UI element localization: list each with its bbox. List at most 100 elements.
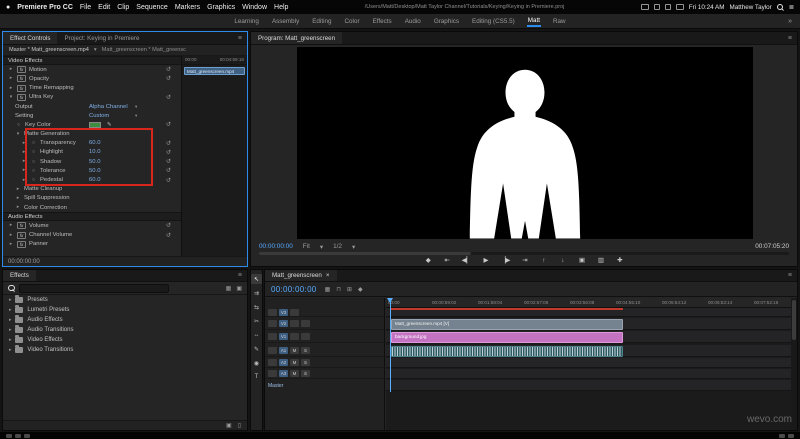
output-dropdown[interactable]: Alpha Channel bbox=[89, 104, 128, 110]
param-row-highlight[interactable]: ▸ ○ Highlight 10.0 ↺ bbox=[3, 148, 181, 157]
workspace-editing-cs55[interactable]: Editing (CS5.5) bbox=[471, 16, 516, 26]
timeline-vertical-scrollbar[interactable] bbox=[791, 298, 797, 430]
playhead[interactable] bbox=[390, 298, 391, 392]
eyedropper-icon[interactable]: ✎ bbox=[107, 122, 112, 128]
effect-row-opacity[interactable]: ▸ fx Opacity ↺ bbox=[3, 74, 181, 83]
reset-icon[interactable]: ↺ bbox=[166, 158, 171, 165]
step-forward-button[interactable]: ▕▶ bbox=[501, 256, 511, 264]
workspace-matt[interactable]: Matt bbox=[527, 15, 541, 27]
mute-button[interactable]: M bbox=[290, 370, 299, 377]
reset-icon[interactable]: ↺ bbox=[166, 222, 171, 229]
source-patch-a2[interactable] bbox=[268, 359, 277, 366]
twirl-icon[interactable]: ▸ bbox=[9, 338, 11, 343]
workspace-editing[interactable]: Editing bbox=[311, 16, 332, 26]
group-row-matte-cleanup[interactable]: ▸ Matte Cleanup bbox=[3, 185, 181, 194]
program-resolution-select[interactable]: 1/2 bbox=[333, 243, 342, 250]
menubar-clock[interactable]: Fri 10:24 AM bbox=[689, 4, 725, 11]
param-value[interactable]: 50.0 bbox=[89, 168, 100, 174]
slip-tool[interactable]: ↔ bbox=[251, 330, 262, 340]
track-lock-icon[interactable] bbox=[290, 333, 299, 340]
bin-video-transitions[interactable]: ▸ Video Transitions bbox=[3, 345, 247, 355]
twirl-icon[interactable]: ▸ bbox=[8, 223, 14, 228]
timeline-current-timecode[interactable]: 00:00:00:00 bbox=[271, 285, 317, 294]
reset-icon[interactable]: ↺ bbox=[166, 177, 171, 184]
chevron-down-icon[interactable]: ▾ bbox=[135, 113, 137, 119]
play-button[interactable]: ▶ bbox=[482, 256, 491, 264]
panel-menu-icon[interactable]: ≡ bbox=[233, 32, 247, 44]
setting-dropdown[interactable]: Custom bbox=[89, 113, 109, 119]
add-marker-button[interactable]: ◆ bbox=[424, 256, 433, 264]
tab-effect-controls[interactable]: Effect Controls bbox=[3, 32, 57, 44]
group-row-spill-suppression[interactable]: ▸ Spill Suppression bbox=[3, 194, 181, 203]
tab-project[interactable]: Project: Keying in Premiere bbox=[57, 32, 146, 44]
menu-window[interactable]: Window bbox=[242, 4, 267, 11]
twirl-icon[interactable]: ▸ bbox=[8, 242, 14, 247]
statusbar-icon[interactable] bbox=[779, 434, 785, 438]
track-target-v2[interactable]: V2 bbox=[279, 320, 288, 327]
timeline-track-area[interactable]: 00:00 00:00:59:02 00:01:58:04 00:02:57:0… bbox=[386, 298, 791, 430]
key-color-swatch[interactable] bbox=[89, 122, 101, 128]
source-patch-a1[interactable] bbox=[268, 347, 277, 354]
battery-status-icon[interactable] bbox=[676, 4, 684, 10]
track-target-v1[interactable]: V1 bbox=[279, 333, 288, 340]
param-value[interactable]: 60.0 bbox=[89, 140, 100, 146]
tab-sequence[interactable]: Matt_greenscreen × bbox=[265, 270, 337, 281]
go-to-out-button[interactable]: ⇥ bbox=[520, 256, 529, 264]
track-target-a2[interactable]: A2 bbox=[279, 359, 288, 366]
track-select-tool[interactable]: ⇉ bbox=[251, 288, 262, 298]
menubar-user[interactable]: Matthew Taylor bbox=[729, 4, 771, 11]
effect-row-panner[interactable]: ▸ fx Panner bbox=[3, 240, 181, 249]
bin-audio-effects[interactable]: ▸ Audio Effects bbox=[3, 315, 247, 325]
param-row-output[interactable]: Output Alpha Channel ▾ bbox=[3, 102, 181, 111]
stopwatch-icon[interactable]: ○ bbox=[15, 122, 22, 128]
param-value[interactable]: 10.0 bbox=[89, 149, 100, 155]
track-a3-content[interactable] bbox=[386, 369, 791, 379]
twirl-icon[interactable]: ▸ bbox=[8, 67, 14, 72]
track-header-v3[interactable]: V3 bbox=[265, 308, 384, 317]
program-zoom-select[interactable]: Fit bbox=[303, 243, 310, 250]
effects-search-input[interactable] bbox=[19, 284, 169, 293]
track-target-v3[interactable]: V3 bbox=[279, 309, 288, 316]
timeline-display-settings-icon[interactable]: ▦ bbox=[325, 286, 331, 293]
extract-button[interactable]: ↓ bbox=[558, 257, 567, 264]
group-row-color-correction[interactable]: ▸ Color Correction bbox=[3, 203, 181, 212]
32bit-effects-icon[interactable]: ▣ bbox=[236, 285, 242, 292]
go-to-in-button[interactable]: ⇤ bbox=[443, 256, 452, 264]
group-row-matte-generation[interactable]: ▾ Matte Generation bbox=[3, 130, 181, 139]
new-custom-bin-icon[interactable]: ▣ bbox=[226, 422, 232, 429]
param-value[interactable]: 50.0 bbox=[89, 159, 100, 165]
workspace-assembly[interactable]: Assembly bbox=[271, 16, 300, 26]
param-row-pedestal[interactable]: ▸ ○ Pedestal 60.0 ↺ bbox=[3, 175, 181, 184]
reset-icon[interactable]: ↺ bbox=[166, 149, 171, 156]
menu-clip[interactable]: Clip bbox=[117, 4, 129, 11]
tab-effects[interactable]: Effects bbox=[3, 270, 36, 281]
clip-matt-greenscreen-audio[interactable] bbox=[391, 346, 623, 357]
twirl-icon[interactable]: ▸ bbox=[21, 159, 27, 164]
twirl-icon[interactable]: ▸ bbox=[8, 233, 14, 238]
app-menu[interactable]: Premiere Pro CC bbox=[17, 4, 73, 11]
menu-help[interactable]: Help bbox=[274, 4, 288, 11]
type-tool[interactable]: T bbox=[251, 372, 262, 382]
apple-menu-icon[interactable]: ● bbox=[6, 4, 10, 11]
timeline-ruler[interactable]: 00:00 00:00:59:02 00:01:58:04 00:02:57:0… bbox=[386, 298, 791, 308]
fx-badge-icon[interactable]: fx bbox=[17, 94, 26, 101]
ripple-edit-tool[interactable]: ⇆ bbox=[251, 302, 262, 312]
workspace-raw[interactable]: Raw bbox=[552, 16, 567, 26]
param-row-tolerance[interactable]: ▸ ○ Tolerance 50.0 ↺ bbox=[3, 166, 181, 175]
twirl-icon[interactable]: ▸ bbox=[9, 308, 11, 313]
track-header-a1[interactable]: A1 M S bbox=[265, 345, 384, 357]
track-a2-content[interactable] bbox=[386, 358, 791, 368]
menu-edit[interactable]: Edit bbox=[98, 4, 110, 11]
bin-lumetri-presets[interactable]: ▸ Lumetri Presets bbox=[3, 305, 247, 315]
menu-markers[interactable]: Markers bbox=[175, 4, 200, 11]
clip-background-image[interactable]: background.jpg bbox=[391, 332, 623, 343]
bluetooth-status-icon[interactable] bbox=[654, 4, 660, 10]
add-marker-icon[interactable]: ◆ bbox=[358, 286, 363, 293]
fx-badge-icon[interactable]: fx bbox=[17, 241, 26, 248]
track-target-a3[interactable]: A3 bbox=[279, 370, 288, 377]
solo-button[interactable]: S bbox=[301, 370, 310, 377]
button-editor-button[interactable]: ✚ bbox=[615, 256, 624, 264]
fx-badge-icon[interactable]: fx bbox=[17, 222, 26, 229]
bin-video-effects[interactable]: ▸ Video Effects bbox=[3, 335, 247, 345]
source-patch-v1[interactable] bbox=[268, 333, 277, 340]
